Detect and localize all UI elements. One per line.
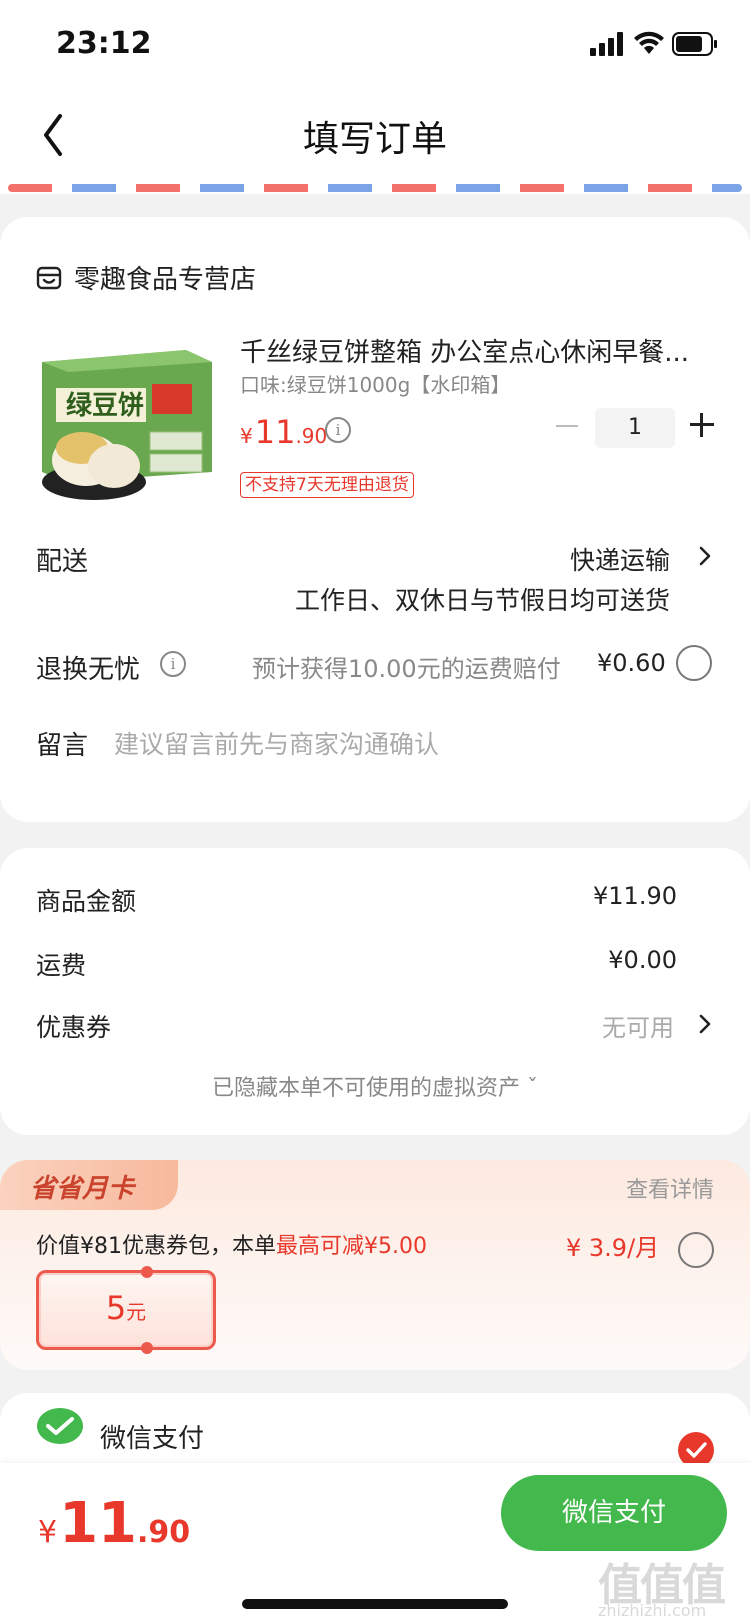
return-worry-free-price: ¥0.60: [597, 649, 666, 677]
decrease-quantity-button[interactable]: [556, 425, 578, 427]
shipping-fee-value: ¥0.00: [608, 946, 677, 974]
monthly-card-title: 省省月卡: [30, 1174, 135, 1204]
voucher-chip: 5元: [36, 1266, 216, 1354]
voucher-unit: 元: [126, 1300, 147, 1324]
delivery-note: 工作日、双休日与节假日均可送货: [294, 586, 670, 615]
view-details-link[interactable]: 查看详情: [626, 1172, 714, 1204]
address-divider: [0, 184, 750, 194]
status-time: 23:12: [56, 26, 152, 61]
return-worry-free-label: 退换无忧: [36, 655, 141, 685]
coupon-label: 优惠券: [36, 1013, 112, 1042]
goods-amount-value: ¥11.90: [593, 882, 677, 910]
chevron-right-icon[interactable]: [698, 1013, 712, 1035]
increase-quantity-button[interactable]: [690, 413, 714, 437]
monthly-card-radio[interactable]: [678, 1232, 714, 1268]
total-integer: 11: [59, 1491, 138, 1556]
total-symbol: ¥: [38, 1515, 58, 1550]
svg-text:绿豆饼: 绿豆饼: [66, 391, 144, 421]
return-worry-free-radio[interactable]: [676, 645, 712, 681]
product-title[interactable]: 千丝绿豆饼整箱 办公室点心休闲早餐...: [240, 332, 710, 369]
coupon-value[interactable]: 无可用: [602, 1008, 674, 1043]
message-input[interactable]: 建议留言前先与商家沟通确认: [114, 725, 439, 761]
return-policy-tag: 不支持7天无理由退货: [240, 472, 414, 498]
delivery-method[interactable]: 快递运输: [570, 541, 670, 577]
page-title: 填写订单: [302, 119, 447, 160]
description-highlight: 最高可减¥5.00: [276, 1234, 427, 1259]
shop-header[interactable]: 零趣食品专营店: [36, 259, 256, 296]
description-text: 价值¥81优惠券包，本单: [36, 1234, 276, 1259]
price-info-icon[interactable]: i: [325, 417, 351, 443]
monthly-card-badge: 省省月卡: [0, 1160, 178, 1210]
product-price: ¥ 11 .90: [240, 413, 327, 451]
price-symbol: ¥: [240, 424, 253, 448]
monthly-card-description: 价值¥81优惠券包，本单最高可减¥5.00: [36, 1228, 427, 1260]
chevron-right-icon[interactable]: [698, 545, 712, 567]
hidden-assets-toggle[interactable]: 已隐藏本单不可使用的虚拟资产 ˇ: [0, 1070, 750, 1102]
monthly-card-price: ¥ 3.9/月: [566, 1234, 660, 1262]
shop-name: 零趣食品专营店: [74, 265, 257, 295]
monthly-card-offer: 省省月卡 查看详情 价值¥81优惠券包，本单最高可减¥5.00 ¥ 3.9/月 …: [0, 1160, 750, 1370]
return-compensation-hint: 预计获得10.00元的运费赔付: [252, 655, 561, 683]
wechat-pay-icon: [37, 1408, 83, 1444]
quantity-field[interactable]: 1: [595, 408, 675, 448]
checkout-bar: ¥ 11 .90 微信支付 值值值 zhizhizhi.com: [0, 1463, 750, 1624]
home-indicator[interactable]: [242, 1599, 508, 1609]
product-spec[interactable]: 口味:绿豆饼1000g【水印箱】: [240, 369, 510, 398]
payment-method-label[interactable]: 微信支付: [100, 1418, 204, 1455]
store-icon: [36, 266, 62, 289]
shipping-fee-label: 运费: [36, 951, 87, 980]
delivery-label: 配送: [36, 547, 89, 577]
total-price: ¥ 11 .90: [38, 1491, 190, 1556]
battery-icon: [672, 32, 717, 56]
nav-bar: 填写订单: [0, 88, 750, 184]
voucher-amount: 5: [105, 1289, 127, 1327]
wifi-icon: [634, 31, 664, 54]
price-integer: 11: [254, 413, 296, 451]
watermark-url: zhizhizhi.com: [598, 1601, 707, 1620]
cellular-signal-icon: [590, 32, 623, 56]
product-image[interactable]: 绿豆饼: [36, 332, 212, 508]
order-items-card: 零趣食品专营店 绿豆饼 千丝绿豆饼整箱 办公室点心休闲早餐... 口味:绿豆饼1…: [0, 217, 750, 822]
pay-button[interactable]: 微信支付: [501, 1475, 727, 1551]
message-label: 留言: [36, 731, 89, 761]
price-decimal: .90: [295, 424, 328, 448]
goods-amount-label: 商品金额: [36, 887, 137, 916]
price-summary-card: 商品金额 ¥11.90 运费 ¥0.00 优惠券 无可用 已隐藏本单不可使用的虚…: [0, 848, 750, 1135]
status-bar: 23:12: [0, 0, 750, 88]
total-decimal: .90: [137, 1515, 191, 1550]
return-info-icon[interactable]: i: [160, 651, 186, 677]
